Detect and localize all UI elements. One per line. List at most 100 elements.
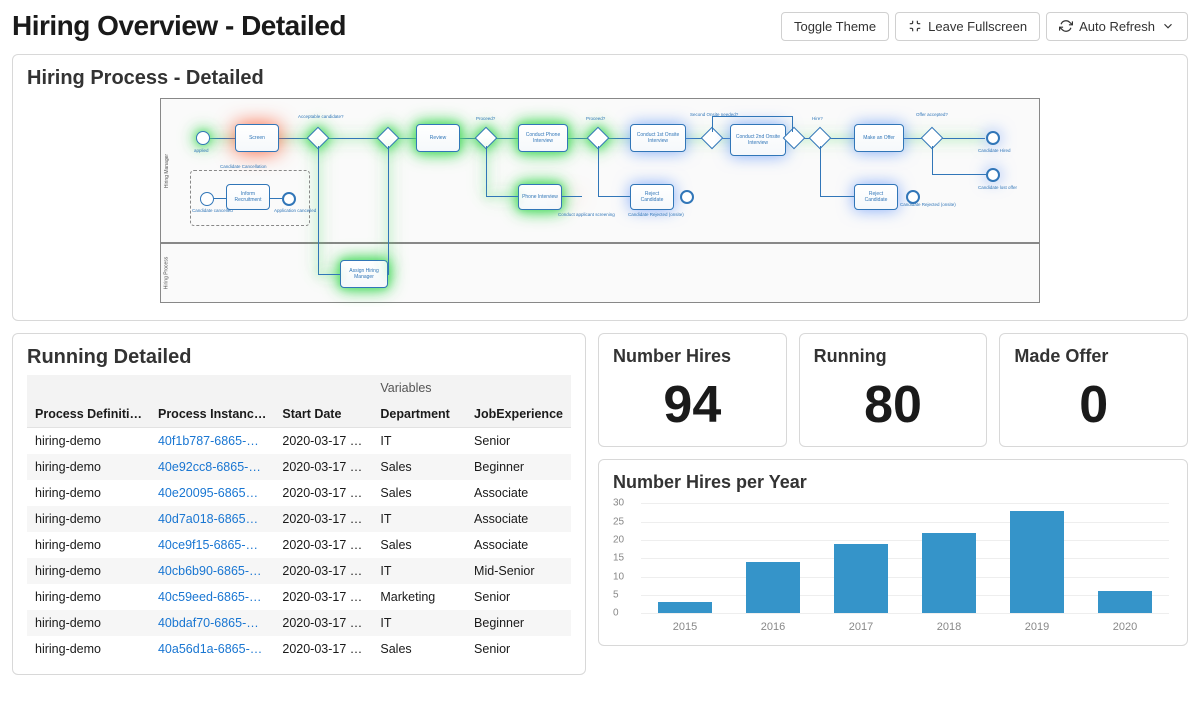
stat-title: Number Hires bbox=[613, 346, 772, 367]
process-diagram-panel: Hiring Process - Detailed Hiring Manager… bbox=[12, 54, 1188, 321]
y-tick-label: 30 bbox=[613, 498, 624, 509]
table-group-header: Variables bbox=[372, 375, 571, 401]
bpmn-label: Proceed? bbox=[476, 116, 495, 121]
table-row[interactable]: hiring-demo40a56d1a-6865-…2020-03-17 10:… bbox=[27, 636, 571, 662]
end-event-icon bbox=[282, 192, 296, 206]
cell-process-instance[interactable]: 40c59eed-6865-… bbox=[150, 584, 274, 610]
cell-department: Sales bbox=[372, 532, 466, 558]
bpmn-label: applied bbox=[194, 148, 209, 153]
toggle-theme-button[interactable]: Toggle Theme bbox=[781, 12, 889, 41]
bpmn-label: Offer accepted? bbox=[916, 112, 948, 117]
start-event-icon bbox=[196, 131, 210, 145]
cell-experience: Associate bbox=[466, 532, 571, 558]
cell-experience: Associate bbox=[466, 506, 571, 532]
bpmn-label: Hire? bbox=[812, 116, 823, 121]
stat-value: 94 bbox=[613, 377, 772, 434]
chart-panel: Number Hires per Year 051015202530 20152… bbox=[598, 459, 1188, 646]
cell-experience: Senior bbox=[466, 636, 571, 662]
chart-bar[interactable] bbox=[922, 533, 977, 614]
cell-experience: Beginner bbox=[466, 454, 571, 480]
chart-bar[interactable] bbox=[834, 544, 889, 614]
bpmn-task: Reject Candidate bbox=[854, 184, 898, 210]
chart-title: Number Hires per Year bbox=[613, 472, 1173, 493]
chart-bar[interactable] bbox=[658, 602, 713, 613]
cell-start-date: 2020-03-17 14:… bbox=[274, 506, 372, 532]
x-tick-label: 2020 bbox=[1081, 621, 1169, 633]
refresh-icon bbox=[1059, 19, 1073, 33]
toggle-theme-label: Toggle Theme bbox=[794, 19, 876, 34]
header-actions: Toggle Theme Leave Fullscreen Auto Refre… bbox=[781, 12, 1188, 41]
cell-process-definition: hiring-demo bbox=[27, 636, 150, 662]
stat-title: Running bbox=[814, 346, 973, 367]
cell-start-date: 2020-03-17 15:… bbox=[274, 454, 372, 480]
bpmn-task: Conduct 2nd Onsite Interview bbox=[730, 124, 786, 156]
cell-department: IT bbox=[372, 610, 466, 636]
leave-fullscreen-button[interactable]: Leave Fullscreen bbox=[895, 12, 1040, 41]
cell-process-definition: hiring-demo bbox=[27, 506, 150, 532]
stat-hires-panel: Number Hires 94 bbox=[598, 333, 787, 447]
stat-value: 0 bbox=[1014, 377, 1173, 434]
page-title: Hiring Overview - Detailed bbox=[12, 10, 346, 42]
cell-start-date: 2020-03-17 13:… bbox=[274, 532, 372, 558]
auto-refresh-button[interactable]: Auto Refresh bbox=[1046, 12, 1188, 41]
stat-title: Made Offer bbox=[1014, 346, 1173, 367]
running-detailed-title: Running Detailed bbox=[27, 346, 571, 369]
bpmn-label: Candidate Rejected (onsite) bbox=[628, 212, 684, 217]
cell-process-instance[interactable]: 40bdaf70-6865-… bbox=[150, 610, 274, 636]
end-event-icon bbox=[986, 168, 1000, 182]
y-tick-label: 15 bbox=[613, 553, 624, 564]
table-row[interactable]: hiring-demo40cb6b90-6865-…2020-03-17 12:… bbox=[27, 558, 571, 584]
end-event-icon bbox=[906, 190, 920, 204]
table-row[interactable]: hiring-demo40bdaf70-6865-…2020-03-17 10:… bbox=[27, 610, 571, 636]
chart-bar[interactable] bbox=[1010, 511, 1065, 614]
column-header[interactable]: Process Instanc… bbox=[150, 401, 274, 428]
stat-value: 80 bbox=[814, 377, 973, 434]
column-header[interactable]: Department bbox=[372, 401, 466, 428]
cell-process-instance[interactable]: 40cb6b90-6865-… bbox=[150, 558, 274, 584]
cell-start-date: 2020-03-17 12:… bbox=[274, 558, 372, 584]
bar-chart[interactable]: 051015202530 201520162017201820192020 bbox=[613, 503, 1173, 633]
end-event-icon bbox=[986, 131, 1000, 145]
column-header[interactable]: Process Definiti… bbox=[27, 401, 150, 428]
bpmn-task: Make an Offer bbox=[854, 124, 904, 152]
cell-process-instance[interactable]: 40d7a018-6865… bbox=[150, 506, 274, 532]
cell-department: IT bbox=[372, 558, 466, 584]
bpmn-task: Screen bbox=[235, 124, 279, 152]
bpmn-label: Acceptable candidate? bbox=[298, 114, 344, 119]
cell-department: Marketing bbox=[372, 584, 466, 610]
cell-department: Sales bbox=[372, 480, 466, 506]
cell-process-definition: hiring-demo bbox=[27, 584, 150, 610]
table-row[interactable]: hiring-demo40e20095-6865…2020-03-17 14:…… bbox=[27, 480, 571, 506]
cell-process-instance[interactable]: 40e20095-6865… bbox=[150, 480, 274, 506]
column-header[interactable]: JobExperience bbox=[466, 401, 571, 428]
cell-start-date: 2020-03-17 16:… bbox=[274, 428, 372, 455]
cell-department: IT bbox=[372, 428, 466, 455]
stat-running-panel: Running 80 bbox=[799, 333, 988, 447]
cell-experience: Senior bbox=[466, 428, 571, 455]
cell-process-instance[interactable]: 40e92cc8-6865-… bbox=[150, 454, 274, 480]
column-header[interactable]: Start Date bbox=[274, 401, 372, 428]
table-row[interactable]: hiring-demo40ce9f15-6865-…2020-03-17 13:… bbox=[27, 532, 571, 558]
chart-bar[interactable] bbox=[1098, 591, 1153, 613]
cell-start-date: 2020-03-17 14:… bbox=[274, 480, 372, 506]
lane-label: Hiring Process bbox=[163, 257, 169, 290]
table-row[interactable]: hiring-demo40c59eed-6865-…2020-03-17 11:… bbox=[27, 584, 571, 610]
lane-label: Hiring Manager bbox=[164, 153, 170, 187]
cell-experience: Associate bbox=[466, 480, 571, 506]
chart-bar[interactable] bbox=[746, 562, 801, 613]
cell-experience: Senior bbox=[466, 584, 571, 610]
running-detailed-table: Variables Process Definiti… Process Inst… bbox=[27, 375, 571, 662]
cell-department: Sales bbox=[372, 636, 466, 662]
x-tick-label: 2015 bbox=[641, 621, 729, 633]
running-detailed-panel: Running Detailed Variables Process Defin… bbox=[12, 333, 586, 675]
table-row[interactable]: hiring-demo40d7a018-6865…2020-03-17 14:…… bbox=[27, 506, 571, 532]
table-row[interactable]: hiring-demo40e92cc8-6865-…2020-03-17 15:… bbox=[27, 454, 571, 480]
cell-process-instance[interactable]: 40a56d1a-6865-… bbox=[150, 636, 274, 662]
y-tick-label: 10 bbox=[613, 571, 624, 582]
table-row[interactable]: hiring-demo40f1b787-6865-…2020-03-17 16:… bbox=[27, 428, 571, 455]
cell-process-instance[interactable]: 40ce9f15-6865-… bbox=[150, 532, 274, 558]
cell-process-definition: hiring-demo bbox=[27, 532, 150, 558]
cell-process-definition: hiring-demo bbox=[27, 558, 150, 584]
cell-process-instance[interactable]: 40f1b787-6865-… bbox=[150, 428, 274, 455]
bpmn-diagram[interactable]: Hiring Manager Hiring Process applied Sc… bbox=[160, 98, 1040, 308]
